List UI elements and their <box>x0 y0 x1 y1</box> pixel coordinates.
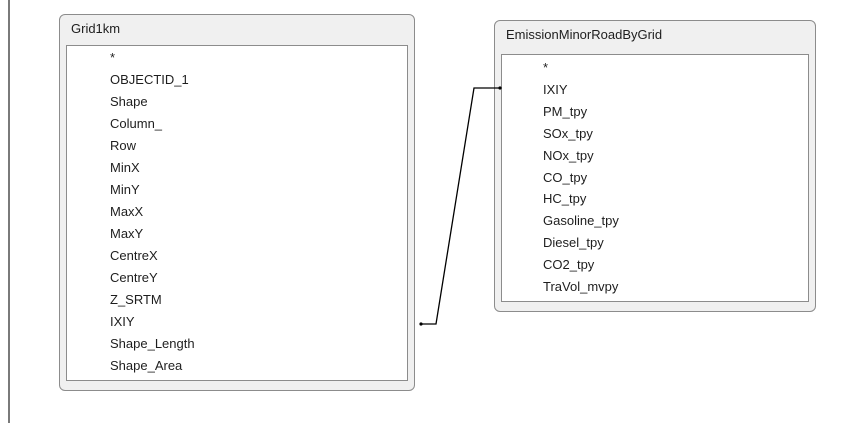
relationship-endpoint-right <box>498 86 502 90</box>
relationship-line-svg <box>419 86 502 326</box>
relationships-canvas[interactable]: Grid1km * OBJECTID_1 Shape Column_ Row MinX Mi… <box>0 0 846 423</box>
relationship-join-line[interactable] <box>421 87 500 325</box>
relationship-endpoint-left <box>419 322 423 326</box>
